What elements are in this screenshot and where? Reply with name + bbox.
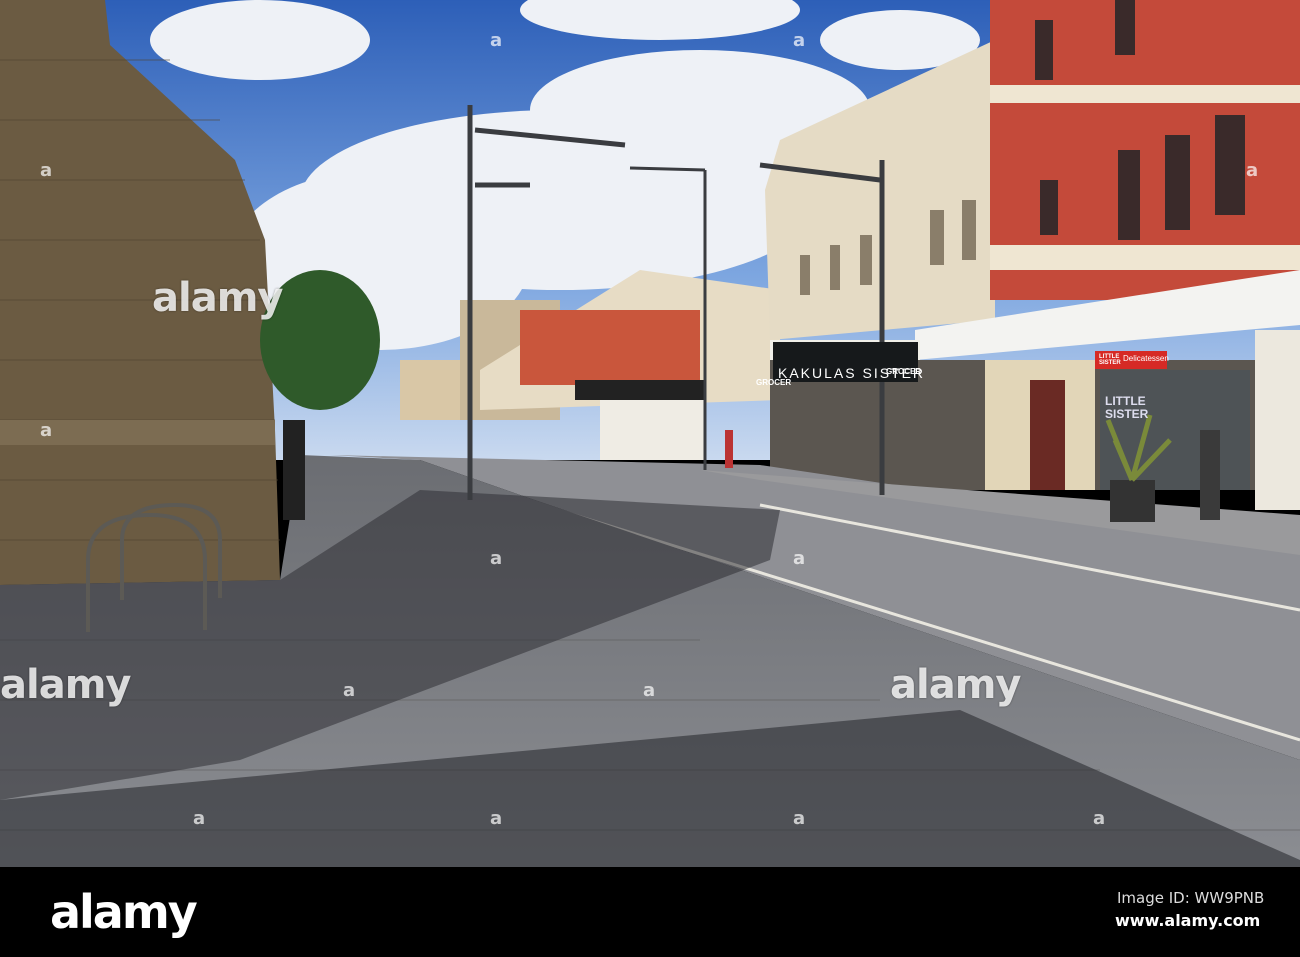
watermark-mark: a bbox=[343, 680, 356, 701]
footer-bar: alamy Image ID: WW9PNB www.alamy.com bbox=[0, 867, 1300, 957]
image-id: Image ID: WW9PNB bbox=[1117, 889, 1265, 907]
street-photo: KAKULAS SISTER GROCER GROCER LITTLE SIST… bbox=[0, 0, 1300, 957]
alamy-logo: alamy bbox=[50, 885, 198, 939]
grocer-sign: GROCER bbox=[886, 367, 922, 376]
watermark-mark: a bbox=[40, 160, 53, 181]
watermark-mark: a bbox=[193, 808, 206, 829]
watermark-mark: a bbox=[643, 680, 656, 701]
watermark-mark: a bbox=[793, 30, 806, 51]
watermark-mark: a bbox=[793, 808, 806, 829]
watermark-mark: a bbox=[793, 548, 806, 569]
planter bbox=[1110, 480, 1155, 522]
watermark: alamy bbox=[152, 275, 283, 321]
street-scene bbox=[0, 0, 1300, 867]
watermark-mark: a bbox=[490, 30, 503, 51]
watermark-mark: a bbox=[490, 808, 503, 829]
watermark-mark: a bbox=[490, 548, 503, 569]
watermark-mark: a bbox=[1093, 808, 1106, 829]
site-url: www.alamy.com bbox=[1115, 911, 1261, 930]
watermark-mark: a bbox=[40, 420, 53, 441]
little-sister-window-text: LITTLE SISTER bbox=[1105, 394, 1149, 421]
watermark: alamy bbox=[0, 662, 131, 708]
watermark: alamy bbox=[890, 662, 1021, 708]
delicatessen-sign: Delicatessen bbox=[1123, 354, 1169, 363]
watermark-mark: a bbox=[1246, 160, 1259, 181]
little-sister-sign: LITTLE SISTER bbox=[1099, 354, 1121, 366]
grocer-sign-left: GROCER bbox=[756, 378, 792, 387]
